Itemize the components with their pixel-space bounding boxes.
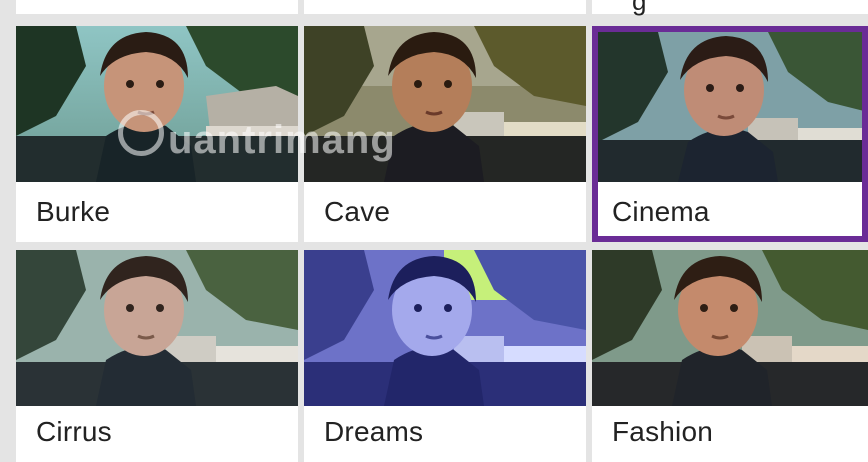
filter-label: Cirrus [36,416,112,447]
filter-grid: g Burke Cave Cinema Cirrus Dreams Fashio… [0,0,868,462]
filter-preview-image [598,32,862,182]
filter-preview-image [304,26,586,182]
filter-tile-cave[interactable]: Cave [304,26,586,242]
watermark-logo-icon [118,110,164,156]
filter-tile-partial[interactable] [304,0,586,14]
filter-label: Dreams [324,416,424,447]
filter-preview-image [304,250,586,406]
filter-tile-partial[interactable]: g [592,0,868,16]
filter-preview-image [16,250,298,406]
filter-tile-partial[interactable] [16,0,298,14]
filter-label: Burke [36,196,111,227]
filter-tile-cinema[interactable]: Cinema [592,26,868,242]
filter-tile-fashion[interactable]: Fashion [592,250,868,462]
filter-preview-image [592,250,868,406]
filter-label: Cave [324,196,391,227]
filter-label-partial: g [632,0,647,16]
filter-tile-dreams[interactable]: Dreams [304,250,586,462]
filter-label: Cinema [612,196,710,227]
filter-label: Fashion [612,416,714,447]
filter-preview-image [16,26,298,182]
filter-tile-cirrus[interactable]: Cirrus [16,250,298,462]
